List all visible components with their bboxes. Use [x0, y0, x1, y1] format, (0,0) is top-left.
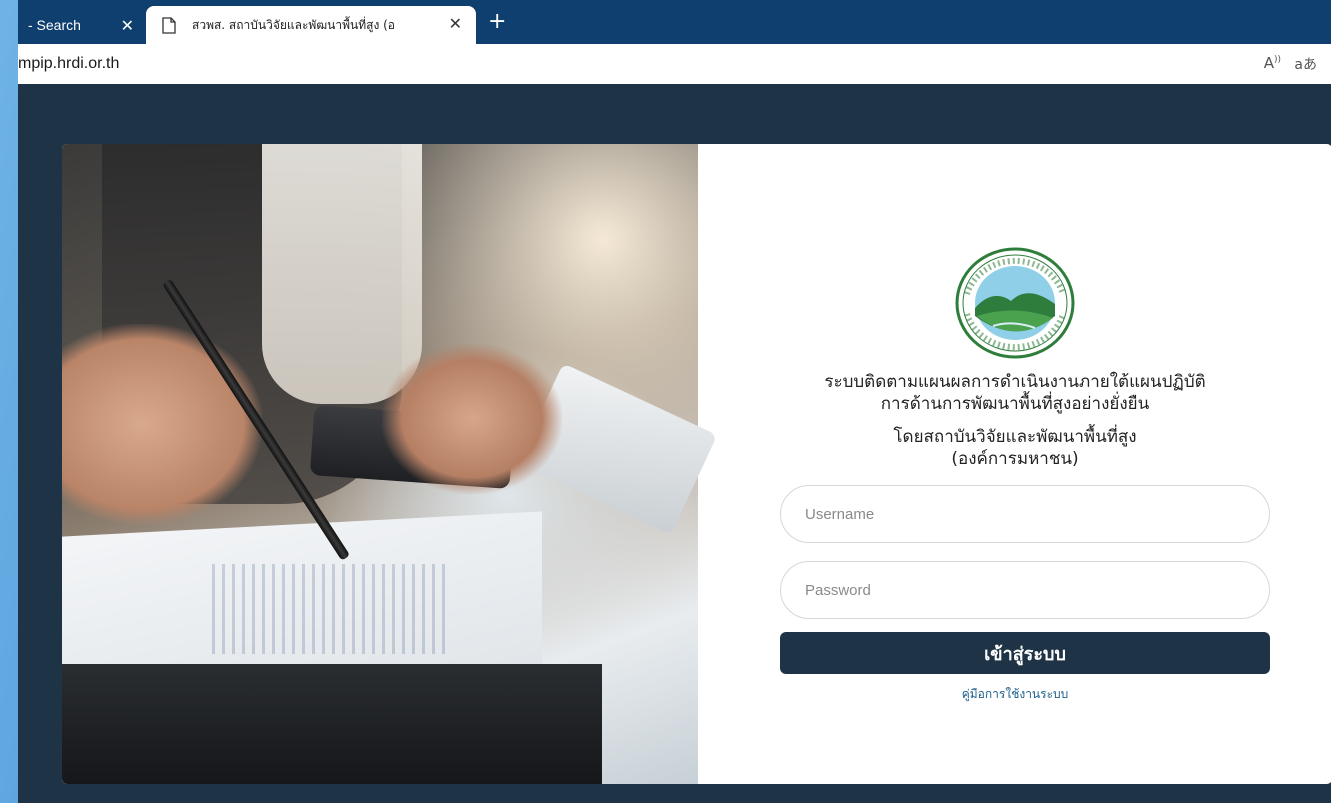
tab-hrdi[interactable]: สวพส. สถาบันวิจัยและพัฒนาพื้นที่สูง (อ ✕ — [146, 6, 476, 44]
hero-image — [62, 144, 718, 784]
address-bar[interactable]: mpip.hrdi.or.th A)) aあ — [18, 44, 1331, 84]
tab-title: - Search — [28, 17, 81, 33]
read-aloud-label: A — [1263, 54, 1274, 72]
tab-title: สวพส. สถาบันวิจัยและพัฒนาพื้นที่สูง (อ — [192, 17, 396, 32]
url-text[interactable]: mpip.hrdi.or.th — [18, 55, 119, 73]
username-field[interactable] — [780, 485, 1270, 543]
login-button[interactable]: เข้าสู่ระบบ — [780, 632, 1270, 674]
organization-line2: (องค์การมหาชน) — [951, 449, 1079, 469]
username-input[interactable] — [805, 505, 1269, 523]
password-field[interactable] — [780, 561, 1270, 619]
tab-search[interactable]: - Search ✕ — [18, 6, 144, 44]
close-icon[interactable]: ✕ — [449, 14, 462, 33]
page-icon — [162, 16, 176, 34]
new-tab-icon[interactable]: + — [488, 11, 506, 33]
page-viewport: ระบบติดตามแผนผลการดำเนินงานภายใต้แผนปฏิบ… — [18, 84, 1331, 803]
read-aloud-icon[interactable]: A)) — [1264, 54, 1281, 72]
browser-tab-bar: - Search ✕ สวพส. สถาบันวิจัยและพัฒนาพื้น… — [18, 0, 1331, 44]
user-manual-link[interactable]: คู่มือการใช้งานระบบ — [698, 685, 1331, 704]
login-card: ระบบติดตามแผนผลการดำเนินงานภายใต้แผนปฏิบ… — [62, 144, 1331, 784]
close-icon[interactable]: ✕ — [121, 16, 134, 35]
password-input[interactable] — [805, 581, 1269, 599]
hrdi-logo — [953, 246, 1077, 360]
system-title-line2: การด้านการพัฒนาพื้นที่สูงอย่างยั่งยืน — [880, 394, 1150, 414]
translate-icon[interactable]: aあ — [1294, 54, 1317, 74]
login-form: ระบบติดตามแผนผลการดำเนินงานภายใต้แผนปฏิบ… — [698, 144, 1331, 784]
